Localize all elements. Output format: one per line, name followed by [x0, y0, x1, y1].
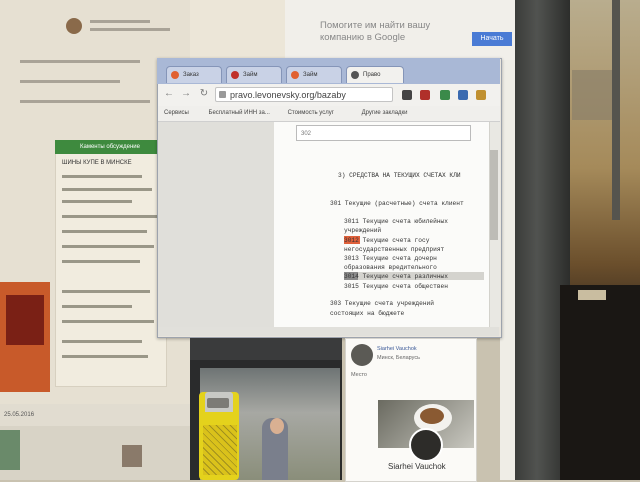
lock-icon: [219, 91, 226, 98]
profile-name[interactable]: Siarhei Vauchok: [388, 462, 446, 471]
person-head: [270, 418, 284, 434]
bookmark-item[interactable]: Другие закладки: [362, 106, 408, 121]
lighter-wheel: [207, 398, 229, 408]
promo-line-1: Помогите им найти вашу: [320, 20, 431, 31]
back-icon[interactable]: ←: [163, 88, 175, 100]
background-page-edge: [500, 60, 515, 480]
browser-tab[interactable]: Заказ: [166, 66, 222, 83]
document-line: учреждений: [344, 227, 382, 234]
tab-label: Займ: [243, 72, 258, 78]
document-line: 3012 Текущие счета госу: [344, 237, 430, 244]
extension-icon[interactable]: [420, 90, 430, 100]
document-line: 3014 Текущие счета различных: [344, 273, 448, 280]
tab-favicon-icon: [291, 71, 299, 79]
document-line: 303 Текущие счета учреждений: [330, 300, 434, 307]
reload-icon[interactable]: ↻: [198, 88, 210, 100]
avatar[interactable]: [351, 344, 373, 366]
product-image: [6, 295, 44, 345]
avatar: [66, 18, 82, 34]
mail-line: [90, 20, 150, 23]
sidebar-heading: ШИНЫ КУПЕ В МИНСКЕ: [62, 160, 132, 166]
tab-label: Займ: [303, 72, 318, 78]
extension-icon[interactable]: [458, 90, 468, 100]
document-line: негосударственных предприят: [344, 246, 445, 253]
sidebar-line: [62, 230, 147, 233]
mail-line: [20, 80, 120, 83]
scrollbar-thumb[interactable]: [490, 150, 498, 240]
photo-toolbar: [190, 338, 342, 360]
bookmarks-bar: Сервисы Бесплатный ИНН за... Стоимость у…: [158, 106, 500, 122]
document-line: 3013 Текущие счета дочерн: [344, 255, 437, 262]
find-bar[interactable]: 302: [296, 125, 471, 141]
sidebar-line: [62, 215, 157, 218]
address-bar[interactable]: pravo.levonevsky.org/bazaby: [215, 87, 393, 102]
promo-button[interactable]: Начать: [472, 32, 512, 46]
document-line: состоящих на бюджете: [330, 310, 405, 317]
page-margin: [158, 122, 274, 327]
sidebar-line: [62, 320, 154, 323]
bottom-panel: [0, 426, 190, 480]
promo-line-2: компанию в Google: [320, 32, 406, 43]
tab-favicon-icon: [171, 71, 179, 79]
speaker-label: [578, 290, 606, 300]
sidebar-line: [62, 200, 132, 203]
sidebar-line: [62, 188, 152, 191]
mail-line: [90, 28, 170, 31]
google-promo-text: Помогите им найти вашу компанию в Google: [320, 20, 430, 44]
browser-bottom-edge: [158, 327, 499, 336]
avatar: [122, 445, 142, 467]
background-strip: [190, 0, 285, 60]
document-line: образования вредительного: [344, 264, 437, 271]
sidebar-line: [62, 355, 148, 358]
sidebar-line: [62, 290, 150, 293]
document-line: 3015 Текущие счета обществен: [344, 283, 448, 290]
sidebar-line: [62, 340, 142, 343]
avatar: [0, 430, 20, 470]
mail-line: [20, 100, 150, 103]
menu-icon[interactable]: [476, 90, 486, 100]
lighter-pattern: [203, 425, 237, 475]
status-strip: 25.05.2016: [0, 404, 190, 426]
profile-text[interactable]: Siarhei Vauchok: [377, 346, 417, 352]
room-object: [572, 70, 612, 120]
document-line: 3011 Текущие счета юбилейных: [344, 218, 448, 225]
document-line: 3) СРЕДСТВА НА ТЕКУЩИХ СЧЕТАХ КЛИ: [338, 172, 461, 179]
tab-favicon-icon: [231, 71, 239, 79]
forward-icon[interactable]: →: [180, 88, 192, 100]
bookmark-item[interactable]: Сервисы: [164, 106, 189, 121]
lamp-pole: [612, 0, 620, 220]
extension-icon[interactable]: [440, 90, 450, 100]
speaker: [560, 285, 640, 480]
bookmark-item[interactable]: Бесплатный ИНН за...: [209, 106, 270, 121]
avatar[interactable]: [409, 428, 443, 462]
mail-line: [20, 60, 140, 63]
sidebar-line: [62, 305, 132, 308]
coffee-image: [420, 408, 444, 424]
browser-tab[interactable]: Займ: [286, 66, 342, 83]
sidebar-line: [62, 260, 140, 263]
profile-text: Место: [351, 372, 367, 378]
browser-tab[interactable]: Займ: [226, 66, 282, 83]
sidebar-header: Каменты обсуждение: [55, 140, 165, 154]
extension-icon[interactable]: [402, 90, 412, 100]
document-line: 301 Текущие (расчетные) счета клиент: [330, 200, 464, 207]
tab-favicon-icon: [351, 71, 359, 79]
browser-tab-active[interactable]: Право: [346, 66, 404, 83]
tab-label: Заказ: [183, 72, 199, 78]
sidebar-line: [62, 245, 154, 248]
tab-label: Право: [363, 72, 381, 78]
profile-text: Минск, Беларусь: [377, 355, 420, 361]
sidebar-line: [62, 175, 142, 178]
bookmark-item[interactable]: Стоимость услуг: [288, 106, 334, 121]
